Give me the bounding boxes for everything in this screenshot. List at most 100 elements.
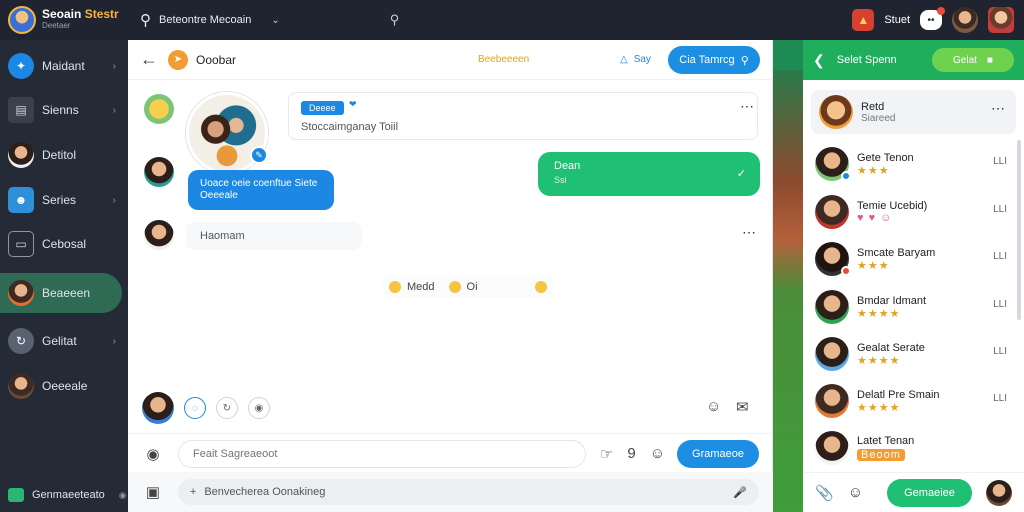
brand[interactable]: Seoain Stestr Deetaer: [0, 6, 128, 34]
outgoing-message-bubble[interactable]: Dean Ssi ✓: [538, 152, 760, 196]
robot-icon: ■: [986, 54, 993, 66]
reaction-row[interactable]: Medd Oi: [383, 276, 553, 298]
emoji-icon[interactable]: [448, 281, 461, 293]
thumbs-count: 9: [627, 445, 636, 462]
more-options-icon[interactable]: ⋯: [742, 224, 757, 241]
avatar[interactable]: [144, 220, 174, 250]
contacts-action-button[interactable]: Gelat ■: [932, 48, 1014, 72]
thumbs-up-icon[interactable]: ☞: [600, 445, 613, 463]
emoji-icon[interactable]: [535, 281, 547, 293]
back-arrow-icon[interactable]: ❮: [813, 52, 825, 69]
plus-icon: +: [189, 486, 197, 498]
heart-icon[interactable]: ❤: [349, 99, 357, 110]
contact-name: Retd: [861, 100, 885, 113]
more-options-icon[interactable]: ⋯: [991, 100, 1006, 117]
selected-contact-card[interactable]: Retd Siareed ⋯: [811, 90, 1016, 134]
contact-item[interactable]: Smcate Baryam ★★★ LLI: [815, 239, 1015, 279]
refresh-icon: ↻: [8, 328, 34, 354]
contact-side-label: LLI: [993, 251, 1007, 262]
more-options-icon[interactable]: ⋯: [740, 98, 755, 115]
brand-text: Seoain Stestr Deetaer: [42, 7, 119, 31]
chevron-down-icon[interactable]: ⌄: [271, 15, 279, 26]
sidebar-item-label: Maidant: [42, 59, 85, 73]
notification-badge-icon[interactable]: ▲: [852, 9, 875, 31]
incoming-message-bubble[interactable]: Uoace oeie coenftue Siete Oeeeale: [188, 170, 334, 210]
scrollbar[interactable]: [1017, 140, 1021, 320]
avatar[interactable]: [144, 94, 174, 124]
contact-text: Smcate Baryam ★★★: [857, 247, 935, 272]
chevron-right-icon: ›: [112, 104, 116, 116]
contact-item[interactable]: Gealat Serate ★★★★ LLI: [815, 334, 1015, 374]
avatar[interactable]: [142, 392, 174, 424]
brand-name: Seoain Stestr: [42, 7, 119, 21]
smiley-icon[interactable]: ☺: [848, 484, 863, 501]
avatar[interactable]: [988, 7, 1014, 33]
contact-item[interactable]: Gete Tenon ★★★ LLI: [815, 144, 1015, 184]
message-input[interactable]: [178, 439, 586, 468]
top-search[interactable]: ⚲ Beteontre Mecoain ⌄: [140, 11, 280, 29]
attach-icon[interactable]: ◉: [248, 397, 270, 419]
sidebar-item-maidant[interactable]: ✦ Maidant ›: [0, 46, 122, 86]
top-bar: Seoain Stestr Deetaer ⚲ Beteontre Mecoai…: [0, 0, 1024, 40]
smiley-icon[interactable]: ☺: [650, 445, 665, 462]
brand-name-b: Stestr: [84, 7, 119, 21]
avatar[interactable]: [144, 157, 174, 187]
contacts-send-button[interactable]: Gemaeiee: [887, 478, 972, 507]
avatar[interactable]: [952, 7, 978, 33]
contact-item[interactable]: Temie Ucebid) ♥ ♥ ☺ LLI: [815, 192, 1015, 232]
person-icon: ☻: [8, 187, 34, 213]
sidebar-item-beaeeen[interactable]: Beaeeen: [0, 273, 122, 313]
contact-side-label: LLI: [993, 346, 1007, 357]
chat-icon[interactable]: ✉: [736, 398, 749, 416]
chat-panel: ← ➤ Ooobar Beebeeeen △ Say Cia Tamrcg ⚲ ✎ …: [128, 40, 773, 472]
avatar: [815, 195, 849, 229]
edit-icon[interactable]: ✎: [250, 146, 268, 164]
sidebar-footer[interactable]: Genmaeeteato ◉: [8, 488, 127, 502]
avatar: [8, 280, 34, 306]
image-icon[interactable]: ▣: [142, 483, 164, 501]
sidebar-footer-label: Genmaeeteato: [32, 489, 105, 501]
share-icon: △: [620, 54, 628, 65]
contact-side-label: LLI: [993, 299, 1007, 310]
contact-item[interactable]: Bmdar Idmant ★★★★ LLI: [815, 287, 1015, 327]
emoji-icon[interactable]: [389, 281, 401, 293]
sidebar-item-cebosal[interactable]: ▭ Cebosal: [0, 224, 122, 264]
microphone-icon[interactable]: 🎤: [733, 486, 747, 499]
contact-text: Latet Tenan Beoom: [857, 435, 914, 461]
attach-icon[interactable]: 📎: [815, 484, 834, 502]
contact-item[interactable]: Delatl Pre Smain ★★★★ LLI: [815, 381, 1015, 421]
sidebar-item-detitol[interactable]: Detitol: [0, 135, 122, 175]
sidebar-item-label: Beaeeen: [42, 286, 91, 300]
camera-icon[interactable]: ◉: [142, 445, 164, 463]
typing-row: ◌ ↻ ◉: [142, 392, 270, 424]
chevron-right-icon: ›: [112, 335, 116, 347]
sidebar-item-gelitat[interactable]: ↻ Gelitat ›: [0, 321, 122, 361]
refresh-icon[interactable]: ↻: [216, 397, 238, 419]
chevron-right-icon: ›: [112, 194, 116, 206]
sidebar-item-oeeeale[interactable]: Oeeeale: [0, 366, 122, 406]
secondary-composer: ▣ + Benvecherea Oonakineg 🎤: [128, 472, 773, 512]
header-action-button[interactable]: Cia Tamrcg ⚲: [668, 46, 760, 74]
plain-message[interactable]: Haomam: [186, 222, 362, 250]
chat-logo-icon: ➤: [168, 49, 188, 70]
search-icon[interactable]: ⚲: [390, 12, 400, 28]
secondary-input[interactable]: + Benvecherea Oonakineg 🎤: [177, 479, 759, 505]
avatar: [815, 431, 849, 465]
sidebar-item-series[interactable]: ☻ Series ›: [0, 180, 122, 220]
contacts-panel: ❮ Selet Spenn Gelat ■ Retd Siareed ⋯ Gete…: [803, 40, 1024, 512]
chat-bubble-icon[interactable]: ••: [920, 7, 945, 30]
back-arrow-icon[interactable]: ←: [140, 49, 158, 70]
sidebar-item-sienns[interactable]: ▤ Sienns ›: [0, 90, 122, 130]
chat-title: Ooobar: [196, 52, 237, 67]
message-card[interactable]: Deeee ❤ Stoccaimganay Toiil: [288, 92, 758, 140]
search-icon[interactable]: ⚲: [140, 11, 151, 29]
avatar: [815, 384, 849, 418]
outgoing-message-sub: Ssi: [554, 175, 567, 185]
say-link[interactable]: △ Say: [620, 54, 651, 65]
avatar: [8, 142, 34, 168]
contact-item[interactable]: Latet Tenan Beoom: [815, 428, 1015, 468]
smiley-icon[interactable]: ☺: [706, 398, 721, 415]
chevron-right-icon: ›: [112, 60, 116, 72]
send-button[interactable]: Gramaeoe: [677, 439, 760, 468]
avatar[interactable]: [986, 479, 1012, 506]
